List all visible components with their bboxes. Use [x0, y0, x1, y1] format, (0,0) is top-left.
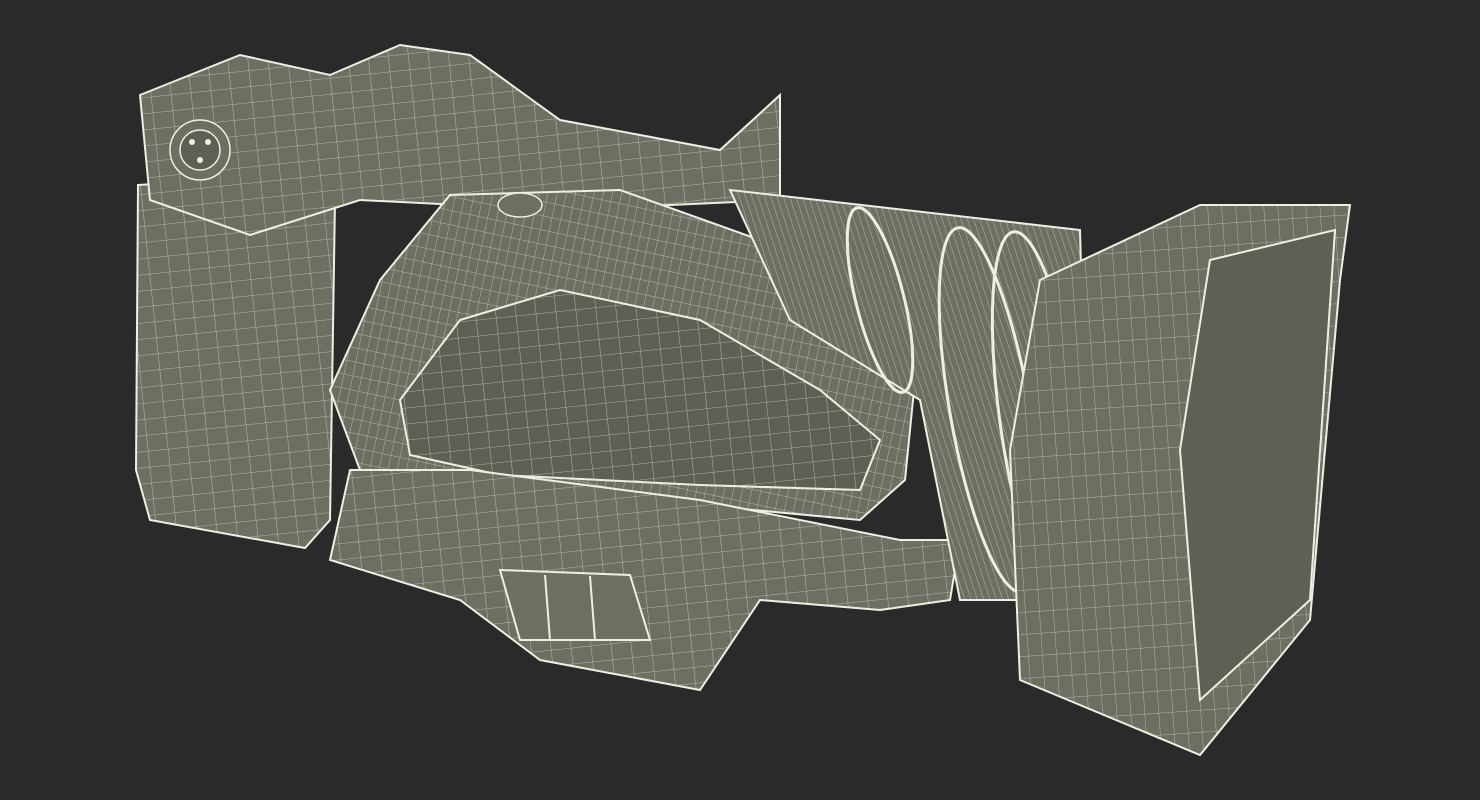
camcorder-wireframe-render [134, 43, 1352, 757]
lens-hood [1008, 204, 1352, 757]
render-viewport[interactable] [0, 0, 1480, 800]
audio-connector [169, 119, 231, 181]
record-button [497, 192, 543, 218]
